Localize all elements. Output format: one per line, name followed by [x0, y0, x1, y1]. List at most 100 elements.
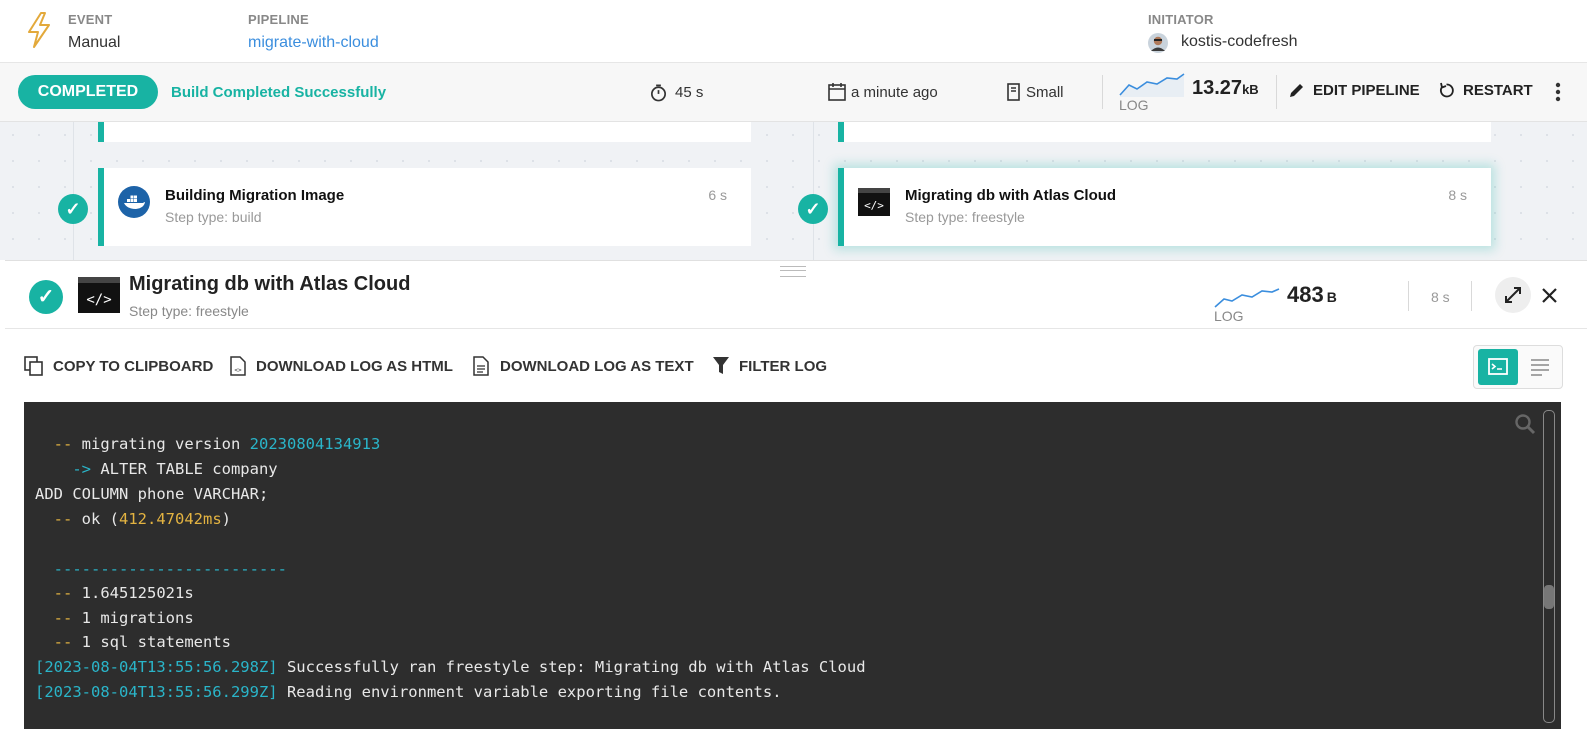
expand-button[interactable]: [1495, 277, 1531, 313]
log-size: 13.27kB: [1192, 77, 1259, 100]
copy-to-clipboard-button[interactable]: COPY TO CLIPBOARD: [24, 356, 213, 376]
initiator-label: INITIATOR: [1148, 12, 1214, 27]
log-size-number: 13.27: [1192, 77, 1243, 99]
download-html-button[interactable]: <> DOWNLOAD LOG AS HTML: [229, 356, 453, 376]
download-text-label: DOWNLOAD LOG AS TEXT: [500, 357, 694, 375]
svg-text:</>: </>: [864, 199, 884, 212]
drawer-step-duration: 8 s: [1431, 289, 1450, 305]
log-line: -- 1 migrations: [35, 609, 194, 627]
filter-icon: [713, 357, 729, 374]
calendar-icon: [828, 83, 846, 101]
step-success-check-icon: ✓: [798, 194, 828, 224]
pencil-icon: [1290, 84, 1303, 97]
step-card[interactable]: [98, 122, 751, 142]
terminal-code-icon: </>: [78, 277, 120, 313]
log-sparkline-icon: [1119, 73, 1185, 97]
step-subtitle: Step type: build: [165, 209, 262, 225]
log-scrollbar[interactable]: [1543, 410, 1555, 723]
drawer-step-title: Migrating db with Atlas Cloud: [129, 273, 411, 295]
log-label: LOG: [1119, 97, 1149, 113]
edit-pipeline-label: EDIT PIPELINE: [1313, 82, 1420, 99]
text-lines-icon: [1531, 359, 1549, 376]
step-duration: 6 s: [708, 187, 727, 203]
machine-size: Small: [1026, 84, 1064, 101]
step-title: Building Migration Image: [165, 187, 345, 204]
restart-label: RESTART: [1463, 82, 1533, 99]
divider: [5, 328, 1587, 329]
drawer-step-subtitle: Step type: freestyle: [129, 303, 249, 319]
initiator-value: kostis-codefresh: [1181, 33, 1298, 50]
divider: [1102, 75, 1103, 109]
log-line: -- 1 sql statements: [35, 633, 231, 651]
download-text-button[interactable]: DOWNLOAD LOG AS TEXT: [473, 356, 694, 376]
log-search-icon[interactable]: [1514, 413, 1536, 435]
log-line: -> ALTER TABLE company: [35, 460, 278, 478]
build-duration: 45 s: [675, 84, 704, 101]
log-size-number: 483: [1287, 282, 1324, 307]
timer-icon: [650, 84, 667, 102]
build-start-time: a minute ago: [851, 84, 938, 101]
svg-text:<>: <>: [234, 367, 242, 374]
step-duration: 8 s: [1448, 187, 1467, 203]
log-line: ADD COLUMN phone VARCHAR;: [35, 485, 269, 503]
terminal-code-icon: </>: [858, 188, 890, 216]
svg-text:</>: </>: [86, 292, 111, 308]
docker-icon: [118, 186, 150, 218]
terminal-view-button[interactable]: [1478, 349, 1518, 385]
event-value: Manual: [68, 34, 121, 51]
event-label: EVENT: [68, 12, 113, 27]
drawer-log-size: 483 B: [1287, 282, 1337, 308]
copy-to-clipboard-label: COPY TO CLIPBOARD: [53, 357, 214, 375]
text-view-button[interactable]: [1522, 349, 1558, 385]
build-meta-header: EVENT Manual PIPELINE migrate-with-cloud…: [0, 0, 1587, 63]
divider: [1408, 281, 1409, 311]
lightning-icon: [28, 12, 50, 48]
pipeline-label: PIPELINE: [248, 12, 309, 27]
step-card-freestyle-selected[interactable]: </> Migrating db with Atlas Cloud Step t…: [838, 168, 1491, 246]
step-title: Migrating db with Atlas Cloud: [905, 187, 1117, 204]
status-badge: COMPLETED: [18, 75, 158, 109]
filter-log-label: FILTER LOG: [739, 357, 828, 375]
log-label: LOG: [1214, 308, 1244, 324]
download-html-label: DOWNLOAD LOG AS HTML: [256, 357, 453, 375]
pipeline-steps-canvas: ✓ Building Migration Image Step type: bu…: [0, 122, 1587, 260]
copy-icon: [24, 356, 43, 376]
step-success-check-icon: ✓: [29, 280, 63, 314]
log-scrollbar-thumb[interactable]: [1544, 585, 1554, 609]
edit-pipeline-button[interactable]: EDIT PIPELINE: [1288, 82, 1420, 99]
log-line: -------------------------: [35, 560, 287, 578]
log-line: -- migrating version 20230804134913: [35, 435, 381, 453]
log-line: -- ok (412.47042ms): [35, 510, 231, 528]
avatar: [1148, 33, 1168, 53]
html-file-icon: <>: [230, 356, 246, 376]
divider: [1471, 281, 1472, 311]
build-status-bar: COMPLETED Build Completed Successfully 4…: [0, 63, 1587, 122]
divider: [1276, 75, 1277, 109]
log-sparkline-icon: [1214, 288, 1280, 308]
restart-button[interactable]: RESTART: [1438, 82, 1533, 99]
pipeline-link[interactable]: migrate-with-cloud: [248, 34, 379, 52]
more-options-icon[interactable]: [1554, 81, 1562, 103]
text-file-icon: [473, 356, 489, 376]
restart-icon: [1439, 82, 1454, 98]
log-size-unit: kB: [1242, 82, 1259, 97]
lane-line: [813, 122, 814, 260]
step-card-build[interactable]: Building Migration Image Step type: buil…: [98, 168, 751, 246]
log-size-unit: B: [1326, 289, 1337, 305]
close-icon[interactable]: [1541, 287, 1558, 304]
terminal-icon: [1488, 358, 1508, 375]
status-message: Build Completed Successfully: [171, 84, 387, 101]
step-subtitle: Step type: freestyle: [905, 209, 1025, 225]
machine-size-icon: [1007, 83, 1020, 101]
log-line: [2023-08-04T13:55:56.299Z] Reading envir…: [35, 683, 782, 701]
step-card[interactable]: [838, 122, 1491, 142]
lane-line: [73, 122, 74, 260]
log-view-toggle: [1473, 345, 1563, 389]
filter-log-button[interactable]: FILTER LOG: [712, 356, 827, 376]
step-success-check-icon: ✓: [58, 194, 88, 224]
log-line: -- 1.645125021s: [35, 584, 194, 602]
expand-icon: [1505, 287, 1521, 303]
log-output[interactable]: -- migrating version 20230804134913 -> A…: [24, 402, 1561, 729]
log-line: [2023-08-04T13:55:56.298Z] Successfully …: [35, 658, 866, 676]
drawer-resize-handle[interactable]: [780, 266, 806, 277]
